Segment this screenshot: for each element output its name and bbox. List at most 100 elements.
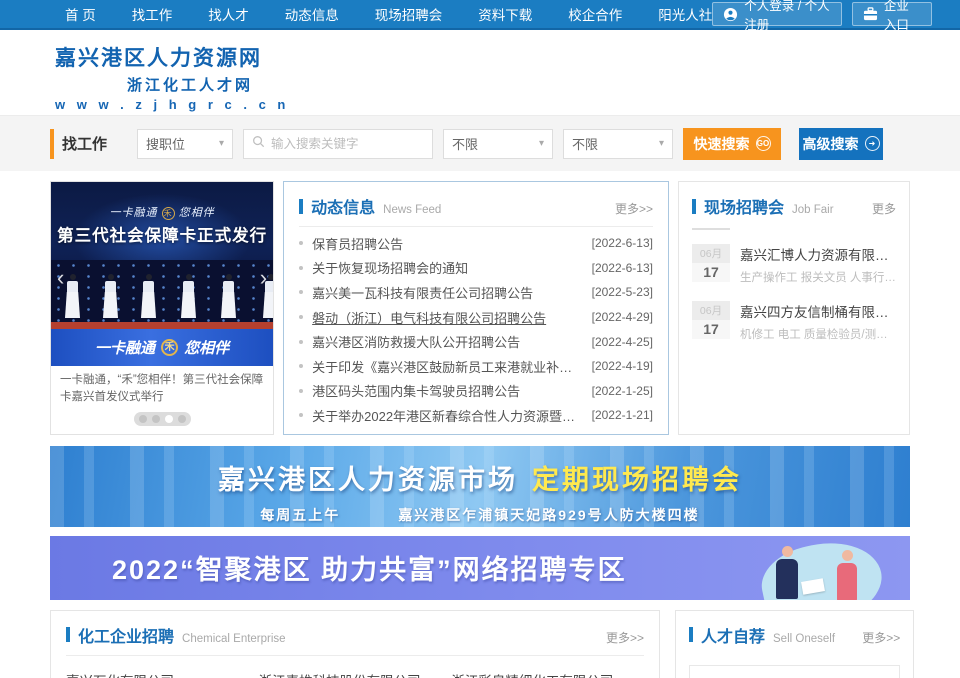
figure [103,274,118,318]
company-name-link[interactable]: 浙江彩皇精细化工有限公司 [451,670,644,678]
news-link[interactable]: 嘉兴港区消防救援大队公开招聘公告 [312,332,581,351]
news-more-link[interactable]: 更多>> [615,200,653,217]
online-recruiting-banner[interactable]: 2022“智聚港区 助力共富”网络招聘专区 [50,536,910,600]
company-name-link[interactable]: 嘉兴石化有限公司 [66,670,259,678]
slide-title: 第三代社会保障卡正式发行 [51,222,273,246]
chevron-down-icon: ▾ [219,138,224,149]
chemical-company-card: 浙江麦堆科技股份有限公司 销售专员 会计 土建主管 [259,670,452,678]
carousel-dot-active[interactable] [165,415,173,423]
site-header: 嘉兴港区人力资源网 浙江化工人才网 w w w . z j h g r c . … [0,30,960,115]
figure [181,274,196,318]
news-link[interactable]: 保育员招聘公告 [312,234,581,253]
news-date: [2022-4-25] [592,335,653,349]
carousel-caption[interactable]: 一卡融通，“禾”您相伴！第三代社会保障卡嘉兴首发仪式举行 [51,366,273,407]
carousel-dot[interactable] [139,415,147,423]
carousel-slide[interactable]: 一卡融通 禾 您相伴 第三代社会保障卡正式发行 一卡融通 禾 [51,182,273,366]
news-link[interactable]: 关于印发《嘉兴港区鼓励新员工来港就业补助操作... [312,357,581,376]
banner2-title: 2022“智聚港区 助力共富”网络招聘专区 [112,548,627,587]
news-date: [2022-1-25] [592,384,653,398]
divider [66,655,644,656]
date-badge: 06月 17 [692,244,730,285]
personal-login-button[interactable]: 个人登录 / 个人注册 [712,2,842,26]
site-logo-subtitle: 浙江化工人才网 [55,74,960,95]
news-feed-subtitle: News Feed [383,204,615,216]
news-link[interactable]: 港区码头范围内集卡驾驶员招聘公告 [312,381,581,400]
go-circle-icon: GO [756,136,771,151]
chemical-title: 化工企业招聘 [78,623,174,647]
job-fair-company-link[interactable]: 嘉兴汇博人力资源有限公司 [740,244,896,264]
bullet-icon [299,413,303,417]
enterprise-entry-button[interactable]: 企业入口 [852,2,932,26]
date-month: 06月 [692,301,730,320]
filter2-value: 不限 [572,134,598,153]
news-link[interactable]: 嘉兴美一瓦科技有限责任公司招聘公告 [312,283,581,302]
job-fair-banner[interactable]: 嘉兴港区人力资源市场定期现场招聘会 每周五上午嘉兴港区乍浦镇天妃路929号人防大… [50,446,910,527]
chevron-down-icon: ▾ [659,138,664,149]
carousel-prev-arrow[interactable]: ‹ [57,268,64,288]
news-link-hovered[interactable]: 磐动（浙江）电气科技有限公司招聘公告 [312,308,581,327]
job-fair-more-link[interactable]: 更多 [872,200,896,217]
job-fair-entry: 06月 17 嘉兴四方友信制桶有限公司 机修工 电工 质量检验员/测试员 叉车.… [692,301,896,342]
nav-item-job-fair[interactable]: 现场招聘会 [375,4,443,24]
orange-accent-bar [50,129,54,159]
nav-item-find-talent[interactable]: 找人才 [208,4,249,24]
nav-item-home[interactable]: 首 页 [65,4,96,24]
date-month: 06月 [692,244,730,263]
job-fair-positions: 机修工 电工 质量检验员/测试员 叉车... [740,326,896,342]
site-logo-url: w w w . z j h g r c . c n [55,97,960,112]
news-row: 关于印发《嘉兴港区鼓励新员工来港就业补助操作... [2022-4-19] [299,354,653,379]
nav-item-downloads[interactable]: 资料下载 [478,4,532,24]
site-logo-title: 嘉兴港区人力资源网 [55,42,960,72]
banner1-title-yellow: 定期现场招聘会 [532,465,742,495]
chemical-subtitle: Chemical Enterprise [182,633,606,645]
company-name-link[interactable]: 浙江麦堆科技股份有限公司 [259,670,452,678]
news-link[interactable]: 关于恢复现场招聘会的通知 [312,258,581,277]
carousel-dot[interactable] [178,415,186,423]
keyword-search-input[interactable] [271,137,424,151]
news-row: 关于举办2022年港区新春综合性人力资源暨春风... [2022-1-21] [299,403,653,428]
news-row: 嘉兴美一瓦科技有限责任公司招聘公告 [2022-5-23] [299,280,653,305]
chevron-down-icon: ▾ [539,138,544,149]
section-accent-bar [66,627,70,642]
job-fair-company-link[interactable]: 嘉兴四方友信制桶有限公司 [740,301,896,321]
arrow-circle-icon: ➜ [865,136,880,151]
grain-seal-icon: 禾 [161,339,178,356]
filter1-select[interactable]: 不限 ▾ [443,129,553,159]
filter2-select[interactable]: 不限 ▾ [563,129,673,159]
bullet-icon [299,266,303,270]
illustration-person-pink [832,550,862,600]
date-badge: 06月 17 [692,301,730,342]
advanced-search-button[interactable]: 高级搜索 ➜ [799,128,883,160]
chemical-more-link[interactable]: 更多>> [606,629,644,646]
banner1-title-white: 嘉兴港区人力资源市场 [218,465,518,495]
talent-card[interactable]: P243243 男 ｜ 嘉兴市→嘉兴港区 ｜ 八年以上 [689,665,900,678]
news-feed-panel: 动态信息 News Feed 更多>> 保育员招聘公告 [2022-6-13] … [283,181,669,435]
job-fair-positions: 生产操作工 报关文员 人事行政助理... [740,269,896,285]
figure [141,274,156,318]
job-fair-subtitle: Job Fair [792,204,872,216]
position-type-select[interactable]: 搜职位 ▾ [137,129,233,159]
personal-login-label: 个人登录 / 个人注册 [744,0,831,33]
stage-red-strip [51,322,273,329]
nav-item-sunshine-hr[interactable]: 阳光人社 [658,4,712,24]
news-carousel: 一卡融通 禾 您相伴 第三代社会保障卡正式发行 一卡融通 禾 [50,181,274,435]
search-label-text: 找工作 [62,133,107,154]
news-feed-title: 动态信息 [311,194,375,218]
news-row: 保育员招聘公告 [2022-6-13] [299,231,653,256]
quick-search-button[interactable]: 快速搜索 GO [683,128,781,160]
keyword-input-wrap [243,129,433,159]
carousel-dot[interactable] [152,415,160,423]
nav-item-news[interactable]: 动态信息 [285,4,339,24]
slide-slogan: 一卡融通 禾 您相伴 [51,204,273,220]
nav-item-school-coop[interactable]: 校企合作 [568,4,622,24]
person-circle-icon [723,7,738,22]
talent-more-link[interactable]: 更多>> [862,629,900,646]
talent-title: 人才自荐 [701,623,765,647]
carousel-next-arrow[interactable]: › [260,268,267,288]
search-band: 找工作 搜职位 ▾ 不限 ▾ 不限 ▾ [0,115,960,171]
nav-links: 首 页 找工作 找人才 动态信息 现场招聘会 资料下载 校企合作 阳光人社 [65,4,712,24]
news-link[interactable]: 关于举办2022年港区新春综合性人力资源暨春风... [312,406,581,425]
news-date: [2022-1-21] [592,408,653,422]
job-fair-panel: 现场招聘会 Job Fair 更多 06月 17 嘉兴汇博人力资源有限公司 生产… [678,181,910,435]
nav-item-find-job[interactable]: 找工作 [132,4,173,24]
